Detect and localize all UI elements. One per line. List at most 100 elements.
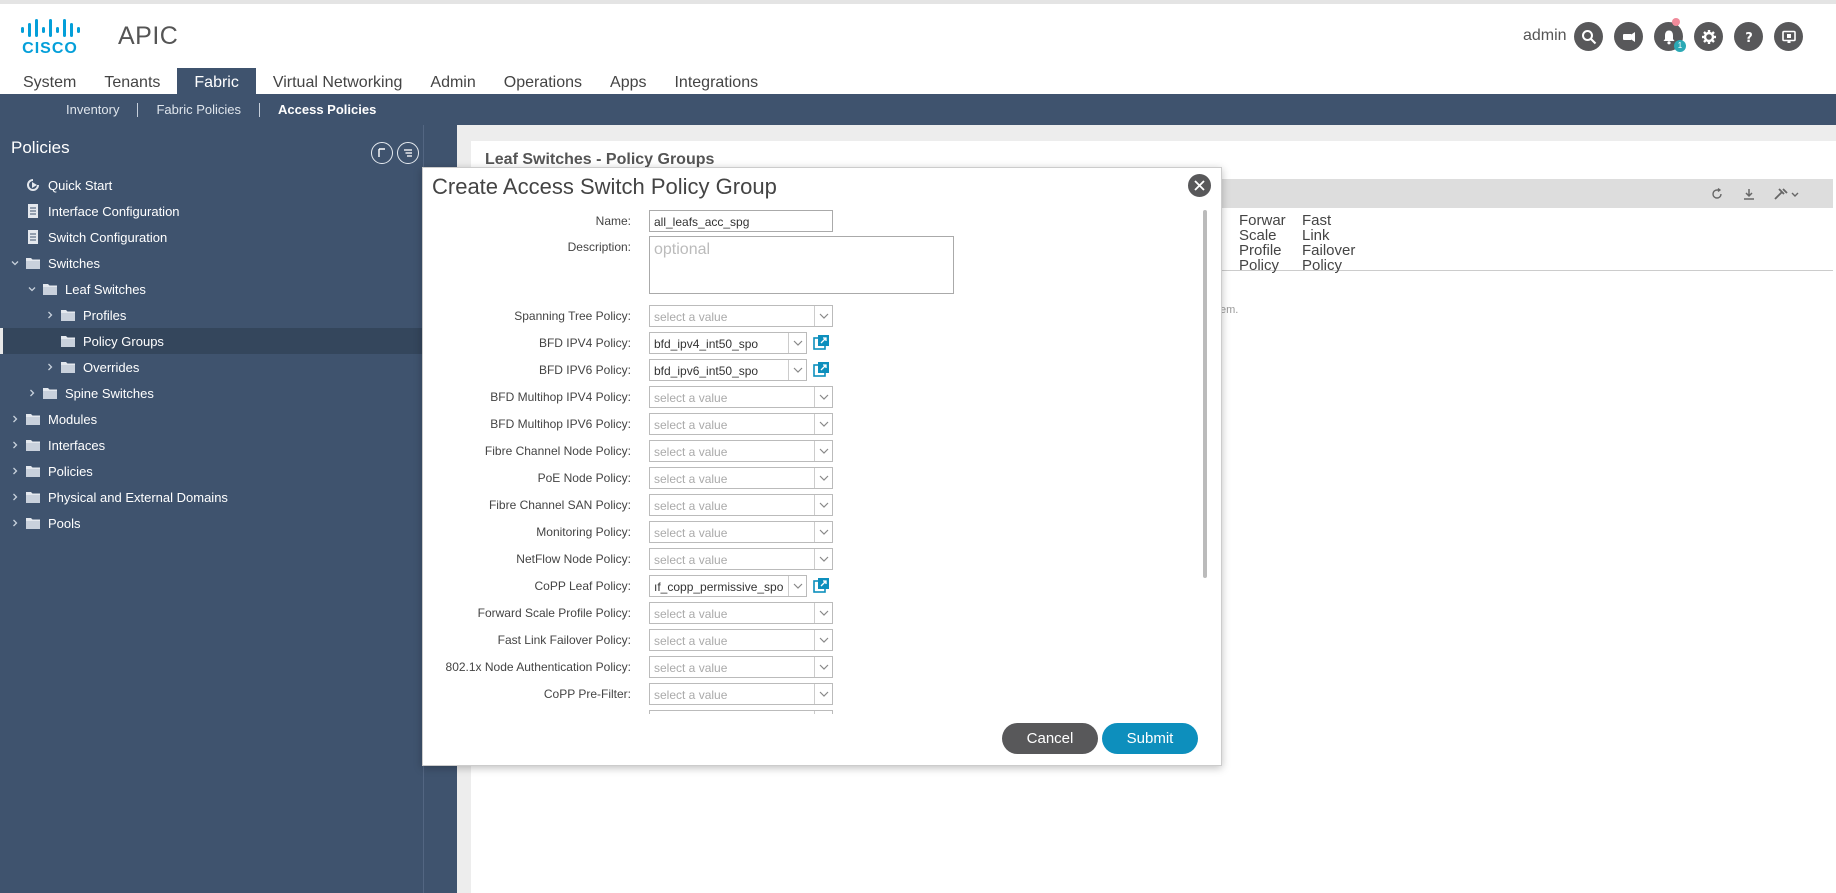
- poe-node-policy-select[interactable]: select a value: [649, 467, 833, 489]
- sidebar-item-physical-and-external-domains[interactable]: Physical and External Domains: [0, 484, 423, 510]
- sidebar-item-leaf-switches[interactable]: Leaf Switches: [0, 276, 423, 302]
- chevron-down-icon: [819, 502, 828, 508]
- selected-value: select a value: [654, 553, 728, 567]
- folder-icon: [25, 255, 41, 271]
- open-policy-icon[interactable]: [813, 577, 830, 594]
- bfd-ipv6-policy-select[interactable]: bfd_ipv6_int50_spo: [649, 359, 807, 381]
- alert-dot: [1672, 18, 1680, 26]
- chevron-right-icon[interactable]: [10, 440, 20, 450]
- chevron-down-icon[interactable]: [27, 284, 37, 294]
- close-button[interactable]: [1188, 174, 1211, 197]
- forward-scale-profile-policy-select[interactable]: select a value: [649, 602, 833, 624]
- tools-menu-button[interactable]: [1772, 185, 1802, 203]
- copp-pre-filter-select[interactable]: select a value: [649, 683, 833, 705]
- field-label: BFD Multihop IPV6 Policy:: [490, 417, 631, 431]
- sidebar-item-policies[interactable]: Policies: [0, 458, 423, 484]
- download-button[interactable]: [1740, 185, 1758, 203]
- dropdown-toggle[interactable]: [788, 333, 806, 353]
- chevron-right-icon[interactable]: [45, 310, 55, 320]
- subtab-inventory[interactable]: Inventory: [66, 102, 119, 117]
- user-menu[interactable]: admin: [1523, 27, 1567, 45]
- sidebar-item-switches[interactable]: Switches: [0, 250, 423, 276]
- chevron-right-icon[interactable]: [27, 388, 37, 398]
- dropdown-toggle[interactable]: [814, 711, 832, 714]
- bfd-multihop-ipv6-policy-select[interactable]: select a value: [649, 413, 833, 435]
- copp-leaf-policy-select[interactable]: ıf_copp_permissive_spo: [649, 575, 807, 597]
- description-label: Description:: [567, 240, 631, 254]
- sidebar-item-interface-configuration[interactable]: Interface Configuration: [0, 198, 423, 224]
- dropdown-toggle[interactable]: [814, 684, 832, 704]
- dropdown-toggle[interactable]: [814, 387, 832, 407]
- field-label: Fast Link Failover Policy:: [497, 633, 631, 647]
- monitoring-policy-select[interactable]: select a value: [649, 521, 833, 543]
- chevron-down-icon: [819, 421, 828, 427]
- chevron-right-icon[interactable]: [45, 362, 55, 372]
- poe-node-policy-row: PoE Node Policy: select a value: [423, 467, 1198, 489]
- dropdown-toggle[interactable]: [814, 495, 832, 515]
- sidebar-item-quick-start[interactable]: Quick Start: [0, 172, 423, 198]
- dropdown-toggle[interactable]: [814, 468, 832, 488]
- dropdown-toggle[interactable]: [788, 576, 806, 596]
- folder-icon: [60, 333, 76, 349]
- chevron-right-icon[interactable]: [10, 518, 20, 528]
- dropdown-toggle[interactable]: [814, 630, 832, 650]
- cancel-button[interactable]: Cancel: [1002, 723, 1098, 754]
- folder-icon: [60, 307, 76, 323]
- sidebar-item-pools[interactable]: Pools: [0, 510, 423, 536]
- folder-icon: [25, 463, 41, 479]
- help-button[interactable]: ?: [1734, 22, 1763, 51]
- dropdown-toggle[interactable]: [814, 549, 832, 569]
- sidebar-item-label: Interfaces: [48, 437, 106, 453]
- dropdown-toggle[interactable]: [814, 441, 832, 461]
- fast-link-failover-policy-select[interactable]: select a value: [649, 629, 833, 651]
- column-header[interactable]: Forwar Scale Profile Policy: [1239, 213, 1297, 273]
- filter-button[interactable]: [397, 142, 419, 164]
- collapse-all-button[interactable]: [371, 142, 393, 164]
- sidebar-item-overrides[interactable]: Overrides: [0, 354, 423, 380]
- sidebar-item-modules[interactable]: Modules: [0, 406, 423, 432]
- chevron-right-icon[interactable]: [10, 414, 20, 424]
- announcement-button[interactable]: [1614, 22, 1643, 51]
- dialog-scrollbar[interactable]: [1200, 206, 1210, 714]
- dropdown-toggle[interactable]: [814, 657, 832, 677]
- column-header[interactable]: Fast Link Failover Policy: [1302, 213, 1360, 273]
- subtab-fabric-policies[interactable]: Fabric Policies: [156, 102, 241, 117]
- name-input[interactable]: all_leafs_acc_spg: [649, 210, 833, 232]
- dropdown-toggle[interactable]: [814, 414, 832, 434]
- sidebar-item-spine-switches[interactable]: Spine Switches: [0, 380, 423, 406]
- dropdown-toggle[interactable]: [814, 522, 832, 542]
- fibre-channel-node-policy-select[interactable]: select a value: [649, 440, 833, 462]
- folder-icon: [25, 515, 41, 531]
- refresh-table-button[interactable]: [1708, 185, 1726, 203]
- settings-button[interactable]: [1694, 22, 1723, 51]
- scrollbar-thumb[interactable]: [1203, 210, 1207, 578]
- description-input[interactable]: optional: [649, 236, 954, 294]
- chevron-right-icon[interactable]: [10, 466, 20, 476]
- search-button[interactable]: [1574, 22, 1603, 51]
- 802-1x-node-authentication-policy-select[interactable]: select a value: [649, 656, 833, 678]
- cisco-logo[interactable]: CISCO: [20, 18, 80, 57]
- sidebar-item-switch-configuration[interactable]: Switch Configuration: [0, 224, 423, 250]
- chevron-down-icon[interactable]: [10, 258, 20, 268]
- dropdown-toggle[interactable]: [814, 603, 832, 623]
- submit-button[interactable]: Submit: [1102, 723, 1198, 754]
- chevron-right-icon[interactable]: [10, 492, 20, 502]
- open-policy-icon[interactable]: [813, 334, 830, 351]
- sidebar-item-policy-groups[interactable]: Policy Groups: [0, 328, 423, 354]
- bfd-multihop-ipv4-policy-select[interactable]: select a value: [649, 386, 833, 408]
- display-button[interactable]: [1774, 22, 1803, 51]
- dropdown-toggle[interactable]: [788, 360, 806, 380]
- sidebar-item-profiles[interactable]: Profiles: [0, 302, 423, 328]
- bfd-ipv4-policy-select[interactable]: bfd_ipv4_int50_spo: [649, 332, 807, 354]
- open-policy-icon[interactable]: [813, 361, 830, 378]
- bfd-multihop-ipv6-policy-row: BFD Multihop IPV6 Policy: select a value: [423, 413, 1198, 435]
- sidebar-item-label: Policies: [48, 463, 93, 479]
- sidebar-item-interfaces[interactable]: Interfaces: [0, 432, 423, 458]
- dropdown-toggle[interactable]: [814, 306, 832, 326]
- netflow-node-policy-select[interactable]: select a value: [649, 548, 833, 570]
- equipment-flash-config-select[interactable]: select a value: [649, 710, 833, 714]
- fibre-channel-san-policy-select[interactable]: select a value: [649, 494, 833, 516]
- subtab-access-policies[interactable]: Access Policies: [278, 102, 376, 117]
- spanning-tree-policy-select[interactable]: select a value: [649, 305, 833, 327]
- notifications-button[interactable]: 1: [1654, 18, 1686, 52]
